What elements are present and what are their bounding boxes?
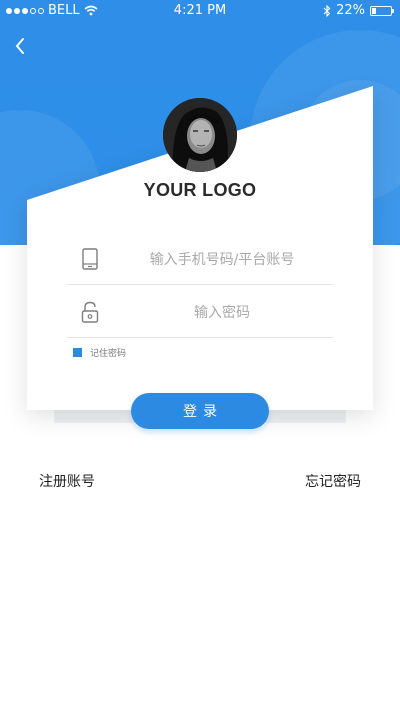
remember-password-checkbox[interactable]: 记住密码 xyxy=(73,346,126,359)
status-bar: BELL 4:21 PM 22% xyxy=(0,0,400,22)
logo-text: YOUR LOGO xyxy=(143,180,257,200)
login-button[interactable]: 登录 xyxy=(131,393,269,429)
password-input[interactable] xyxy=(107,287,337,339)
bluetooth-icon xyxy=(323,4,331,17)
phone-icon xyxy=(82,248,98,270)
avatar xyxy=(163,98,237,172)
battery-percent: 22% xyxy=(336,3,365,18)
chevron-left-icon xyxy=(15,38,24,54)
phone-field xyxy=(67,234,337,286)
forgot-password-link[interactable]: 忘记密码 xyxy=(305,471,361,491)
password-field xyxy=(67,287,337,339)
lock-icon xyxy=(81,301,99,323)
phone-input[interactable] xyxy=(107,234,337,286)
remember-password-label: 记住密码 xyxy=(90,349,127,359)
checkbox-checked-icon xyxy=(73,348,82,357)
back-button[interactable] xyxy=(8,34,32,58)
battery-icon xyxy=(370,5,394,16)
register-link[interactable]: 注册账号 xyxy=(39,471,95,491)
